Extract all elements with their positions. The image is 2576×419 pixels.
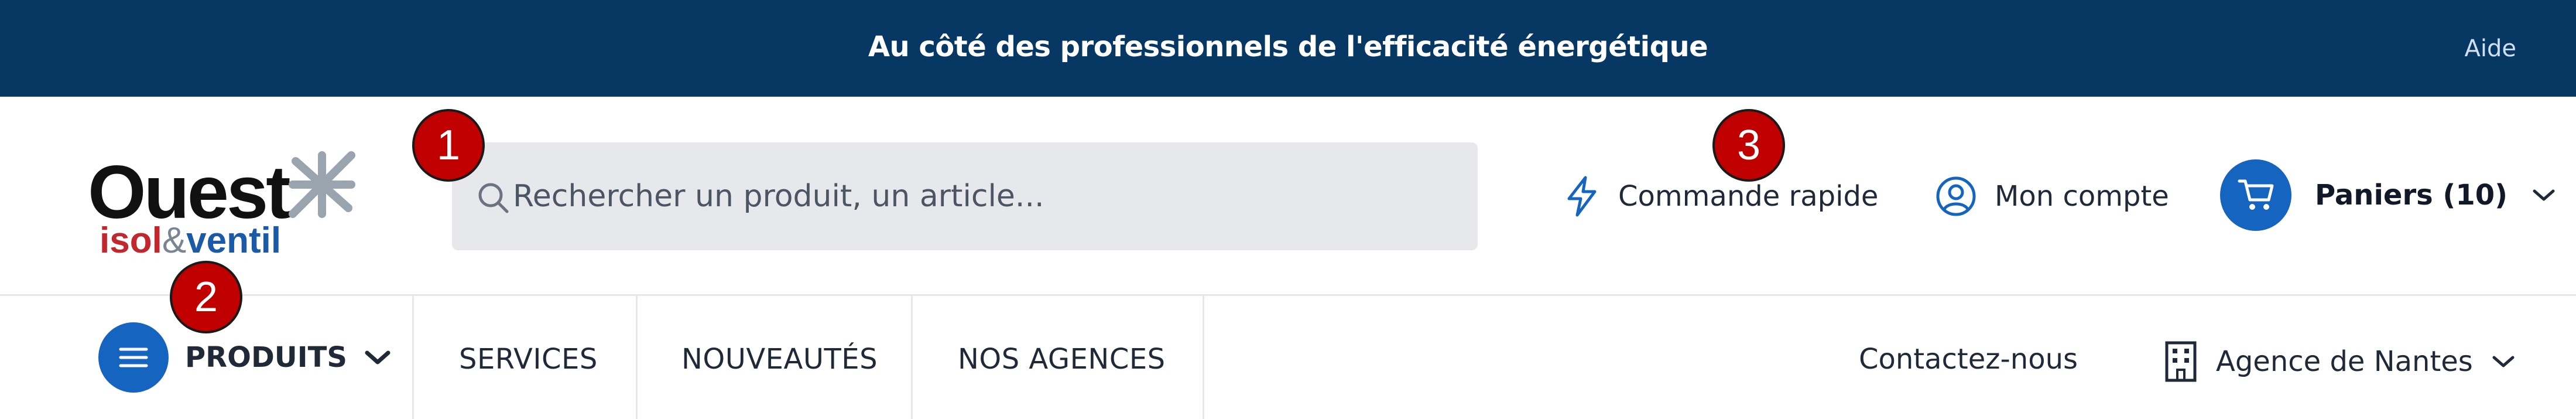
- cart-button[interactable]: Paniers (10): [2220, 158, 2557, 232]
- menu-circle: [98, 322, 169, 393]
- logo-subtitle: isol&ventil: [100, 220, 281, 261]
- account-button[interactable]: Mon compte: [1935, 173, 2169, 220]
- help-link[interactable]: Aide: [2465, 35, 2516, 62]
- nav-link-services[interactable]: SERVICES: [459, 343, 598, 376]
- nav-divider: [636, 296, 638, 419]
- nav-divider: [911, 296, 913, 419]
- logo[interactable]: Ouest isol&ventil: [88, 149, 363, 267]
- account-label: Mon compte: [1995, 180, 2169, 213]
- main-header: Ouest isol&ventil Commande rapide: [0, 97, 2576, 296]
- logo-word-isol: isol: [100, 220, 162, 261]
- cart-label: Paniers (10): [2315, 179, 2508, 212]
- building-icon: [2165, 341, 2197, 382]
- logo-ampersand: &: [162, 220, 187, 261]
- chevron-down-icon: [2492, 356, 2515, 367]
- search-icon: [478, 183, 509, 213]
- nav-link-agences[interactable]: NOS AGENCES: [958, 343, 1166, 376]
- annotation-marker-3: 3: [1712, 109, 1785, 182]
- annotation-marker-1: 1: [412, 109, 485, 182]
- quick-order-button[interactable]: Commande rapide: [1563, 173, 1878, 220]
- nav-divider: [412, 296, 414, 419]
- contact-link[interactable]: Contactez-nous: [1859, 343, 2078, 376]
- nav-link-nouveautes[interactable]: NOUVEAUTÉS: [681, 343, 878, 376]
- banner-tagline: Au côté des professionnels de l'efficaci…: [868, 30, 1708, 63]
- agency-label: Agence de Nantes: [2216, 345, 2473, 378]
- annotation-marker-2: 2: [170, 261, 242, 333]
- agency-selector[interactable]: Agence de Nantes: [2163, 333, 2516, 390]
- cart-icon: [2238, 179, 2274, 210]
- quick-order-label: Commande rapide: [1618, 180, 1879, 213]
- chevron-down-icon: [365, 350, 390, 365]
- nav-divider: [1203, 296, 1204, 419]
- products-label: PRODUITS: [185, 341, 347, 374]
- main-nav: PRODUITS SERVICES NOUVEAUTÉS NOS AGENCES…: [0, 296, 2576, 419]
- search-input[interactable]: [513, 142, 1450, 250]
- logo-word-ventil: ventil: [186, 220, 282, 261]
- chevron-down-icon: [2533, 189, 2555, 201]
- hamburger-icon: [119, 348, 148, 367]
- logo-star-icon: [289, 151, 355, 218]
- top-banner: Au côté des professionnels de l'efficaci…: [0, 0, 2576, 97]
- user-circle-icon: [1936, 176, 1976, 216]
- search-bar[interactable]: [452, 142, 1478, 250]
- cart-icon-circle: [2220, 159, 2291, 231]
- products-menu-button[interactable]: PRODUITS: [98, 322, 392, 393]
- lightning-icon: [1567, 176, 1597, 217]
